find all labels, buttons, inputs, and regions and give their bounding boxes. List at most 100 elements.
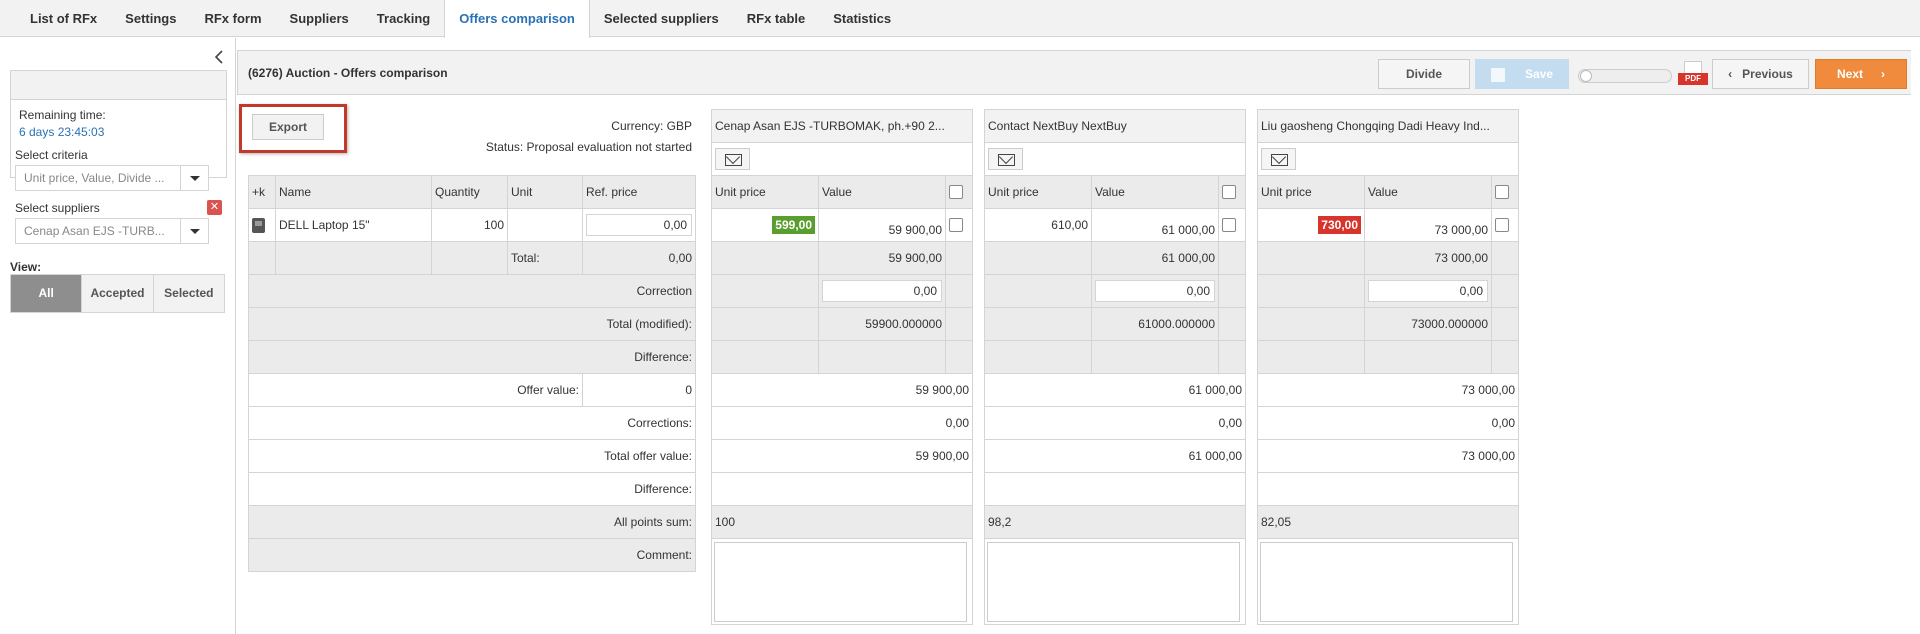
view-accepted-button[interactable]: Accepted bbox=[81, 275, 153, 312]
criteria-select-value: Unit price, Value, Divide ... bbox=[24, 171, 165, 185]
total-modified: 61000.000000 bbox=[1091, 307, 1219, 341]
empty-cell bbox=[984, 472, 1246, 506]
clear-suppliers-icon[interactable]: ✕ bbox=[207, 200, 222, 215]
remaining-time-label: Remaining time: bbox=[19, 108, 106, 122]
tab-offers-comparison[interactable]: Offers comparison bbox=[444, 0, 590, 38]
offer-value: 59 900,00 bbox=[711, 373, 973, 407]
view-all-button[interactable]: All bbox=[11, 275, 82, 312]
ref-price-input[interactable]: 0,00 bbox=[586, 214, 692, 236]
criteria-select[interactable]: Unit price, Value, Divide ... bbox=[15, 165, 209, 191]
suppliers-select[interactable]: Cenap Asan EJS -TURB... bbox=[15, 218, 209, 244]
save-button[interactable]: Save bbox=[1475, 59, 1569, 89]
mail-icon[interactable] bbox=[1261, 148, 1296, 170]
zoom-slider-knob[interactable] bbox=[1580, 70, 1592, 82]
item-icon-cell bbox=[248, 208, 276, 242]
tab-tracking[interactable]: Tracking bbox=[363, 0, 444, 37]
chevron-left-icon[interactable] bbox=[212, 49, 226, 65]
offer-value: 0 bbox=[582, 373, 696, 407]
empty-cell bbox=[1491, 340, 1519, 374]
total-modified-label: Total (modified): bbox=[248, 307, 696, 341]
tab-rfx-table[interactable]: RFx table bbox=[733, 0, 820, 37]
empty-cell bbox=[711, 274, 819, 308]
total-offer-value: 73 000,00 bbox=[1257, 439, 1519, 473]
tab-suppliers[interactable]: Suppliers bbox=[276, 0, 363, 37]
empty-cell bbox=[711, 241, 819, 275]
empty-cell bbox=[275, 241, 432, 275]
correction-input[interactable]: 0,00 bbox=[1368, 280, 1488, 302]
value: 61 000,00 bbox=[1091, 208, 1219, 242]
row-checkbox[interactable] bbox=[949, 218, 963, 233]
empty-cell bbox=[984, 340, 1092, 374]
suppliers-select-value: Cenap Asan EJS -TURB... bbox=[24, 224, 165, 238]
total-value: 0,00 bbox=[582, 241, 696, 275]
save-label: Save bbox=[1524, 67, 1554, 81]
page-title: (6276) Auction - Offers comparison bbox=[248, 66, 448, 80]
total-offer-value: 61 000,00 bbox=[984, 439, 1246, 473]
col-header-unit-price[interactable]: Unit price bbox=[1257, 175, 1365, 209]
col-header-unit-price[interactable]: Unit price bbox=[984, 175, 1092, 209]
export-button[interactable]: Export bbox=[252, 114, 324, 140]
mail-cell bbox=[984, 142, 1246, 176]
col-header-value[interactable]: Value bbox=[818, 175, 946, 209]
points-sum: 100 bbox=[711, 505, 973, 539]
select-criteria-label: Select criteria bbox=[15, 148, 88, 162]
next-button[interactable]: Next › bbox=[1815, 59, 1907, 89]
empty-cell bbox=[1218, 274, 1246, 308]
col-header-unit[interactable]: Unit bbox=[507, 175, 583, 209]
chevron-down-icon[interactable] bbox=[180, 166, 208, 190]
tab-list-of-rfx[interactable]: List of RFx bbox=[16, 0, 111, 37]
offer-value: 61 000,00 bbox=[984, 373, 1246, 407]
previous-button[interactable]: ‹ Previous bbox=[1712, 59, 1809, 89]
unit-price: 730,00 bbox=[1318, 216, 1361, 234]
col-header-name[interactable]: Name bbox=[275, 175, 432, 209]
empty-cell bbox=[1218, 340, 1246, 374]
status-text: Status: Proposal evaluation not started bbox=[485, 140, 692, 154]
empty-cell bbox=[248, 241, 276, 275]
col-header-quantity[interactable]: Quantity bbox=[431, 175, 508, 209]
comment-textarea[interactable] bbox=[714, 541, 967, 622]
col-header-value[interactable]: Value bbox=[1091, 175, 1219, 209]
supplier-name: Liu gaosheng Chongqing Dadi Heavy Ind... bbox=[1257, 109, 1519, 143]
zoom-slider[interactable] bbox=[1578, 69, 1672, 83]
empty-cell bbox=[1491, 274, 1519, 308]
view-selected-button[interactable]: Selected bbox=[152, 275, 224, 312]
col-header-k[interactable]: +k bbox=[248, 175, 276, 209]
unit-price-cell: 610,00 bbox=[984, 208, 1092, 242]
select-all-checkbox[interactable] bbox=[1495, 185, 1509, 200]
top-nav: List of RFx Settings RFx form Suppliers … bbox=[0, 0, 1920, 38]
pdf-label: PDF bbox=[1678, 73, 1708, 85]
mail-icon[interactable] bbox=[988, 148, 1023, 170]
select-all-checkbox[interactable] bbox=[1222, 185, 1236, 200]
comment-cell bbox=[984, 538, 1246, 625]
table-row: 730,00 73 000,00 bbox=[1257, 208, 1519, 242]
chevron-down-icon[interactable] bbox=[180, 219, 208, 243]
comment-textarea[interactable] bbox=[1260, 541, 1513, 622]
row-checkbox[interactable] bbox=[1222, 218, 1236, 233]
tab-settings[interactable]: Settings bbox=[111, 0, 190, 37]
empty-cell bbox=[1491, 241, 1519, 275]
empty-cell bbox=[711, 340, 819, 374]
col-header-value[interactable]: Value bbox=[1364, 175, 1492, 209]
empty-cell bbox=[984, 274, 1092, 308]
row-checkbox[interactable] bbox=[1495, 218, 1509, 233]
correction-input[interactable]: 0,00 bbox=[822, 280, 942, 302]
select-all-checkbox[interactable] bbox=[949, 185, 963, 200]
points-sum: 98,2 bbox=[984, 505, 1246, 539]
tab-statistics[interactable]: Statistics bbox=[819, 0, 905, 37]
divide-button[interactable]: Divide bbox=[1378, 59, 1470, 89]
comment-textarea[interactable] bbox=[987, 541, 1240, 622]
col-header-unit-price[interactable]: Unit price bbox=[711, 175, 819, 209]
sidebar: Remaining time: 6 days 23:45:03 Select c… bbox=[0, 38, 236, 634]
correction-input[interactable]: 0,00 bbox=[1095, 280, 1215, 302]
empty-cell bbox=[431, 241, 508, 275]
supplier-table-3: Liu gaosheng Chongqing Dadi Heavy Ind...… bbox=[1257, 109, 1519, 625]
tab-rfx-form[interactable]: RFx form bbox=[190, 0, 275, 37]
tab-selected-suppliers[interactable]: Selected suppliers bbox=[590, 0, 733, 37]
mail-icon[interactable] bbox=[715, 148, 750, 170]
pdf-icon[interactable]: PDF bbox=[1678, 61, 1708, 89]
col-header-ref-price[interactable]: Ref. price bbox=[582, 175, 696, 209]
item-unit bbox=[507, 208, 583, 242]
points-sum: 82,05 bbox=[1257, 505, 1519, 539]
empty-cell bbox=[945, 274, 973, 308]
empty-cell bbox=[1491, 307, 1519, 341]
